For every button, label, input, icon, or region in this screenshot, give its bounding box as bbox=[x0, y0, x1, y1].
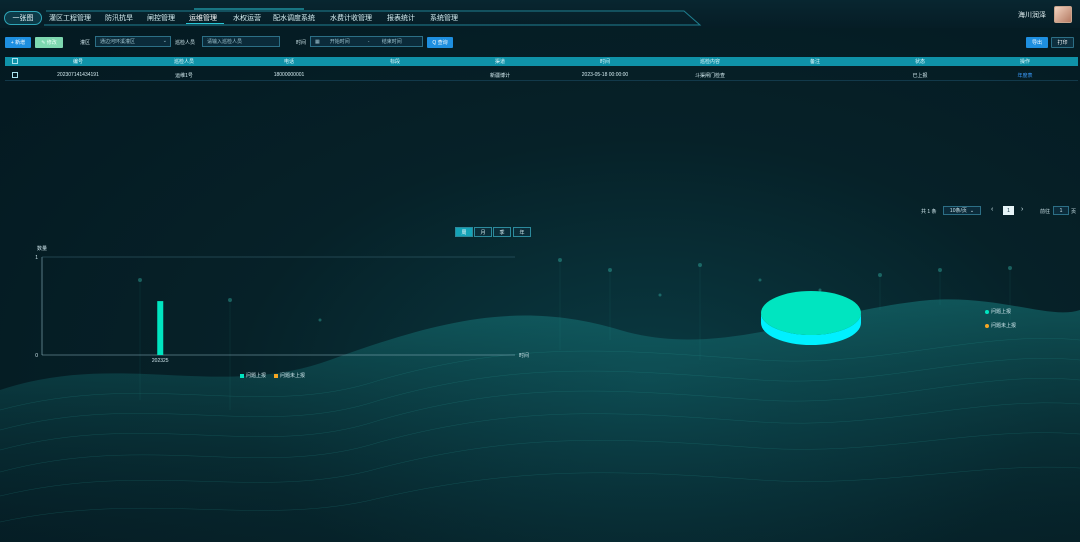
export-button[interactable]: 导出 bbox=[1026, 37, 1048, 48]
cell-status: 已上报 bbox=[912, 73, 928, 79]
nav-item-water-dispatch[interactable]: 配水调度系统 bbox=[273, 13, 315, 23]
date-range-input[interactable]: ▦ 开始时间 - 结束时间 bbox=[310, 36, 423, 47]
column-header-inspector: 巡检人员 bbox=[173, 59, 195, 65]
calendar-icon: ▦ bbox=[315, 38, 320, 45]
legend-swatch-pie-reported bbox=[985, 309, 989, 314]
next-page-button[interactable]: › bbox=[1021, 206, 1023, 213]
legend-item-pie-unreported[interactable]: 问题未上报 bbox=[985, 322, 1016, 329]
nav-item-system[interactable]: 系统管理 bbox=[430, 13, 458, 23]
column-header-phone: 电话 bbox=[283, 59, 295, 65]
legend-label-reported: 问题上报 bbox=[246, 373, 267, 379]
period-tab-month[interactable]: 月 bbox=[474, 227, 492, 237]
x-axis-title: 时间 bbox=[519, 352, 529, 359]
cell-id: 202307141434191 bbox=[57, 72, 99, 78]
legend-swatch-reported bbox=[240, 373, 244, 378]
bar-0[interactable] bbox=[157, 301, 164, 355]
cell-channel: 新疆博计 bbox=[489, 73, 511, 79]
time-label: 时间 bbox=[296, 40, 307, 46]
pie-chart bbox=[761, 291, 861, 345]
column-header-action: 操作 bbox=[1019, 59, 1031, 65]
nav-item-water-fee[interactable]: 水费计收管理 bbox=[330, 13, 372, 23]
row-divider bbox=[5, 80, 1078, 81]
page-size-select[interactable]: 10条/页 ⌄ bbox=[943, 206, 981, 215]
column-header-channel: 渠道 bbox=[494, 59, 506, 65]
y-tick-label: 1 bbox=[35, 255, 38, 261]
legend-swatch-pie-unreported bbox=[985, 323, 989, 328]
nav-item-irrigation-engineering[interactable]: 灌区工程管理 bbox=[49, 13, 91, 23]
nav-item-reports[interactable]: 报表统计 bbox=[387, 13, 415, 23]
pagination-total: 共 1 条 bbox=[921, 209, 937, 215]
home-button[interactable]: 一张图 bbox=[4, 11, 42, 25]
current-page-button[interactable]: 1 bbox=[1003, 206, 1014, 215]
add-button[interactable]: + 新增 bbox=[5, 37, 31, 48]
print-button[interactable]: 打印 bbox=[1051, 37, 1074, 48]
legend-label-pie-reported: 问题上报 bbox=[991, 309, 1012, 315]
nav-frame-decoration bbox=[44, 8, 702, 26]
goto-page-input[interactable]: 1 bbox=[1053, 206, 1069, 215]
legend-item-pie-reported[interactable]: 问题上报 bbox=[985, 308, 1011, 315]
inspector-input-placeholder: 请输入巡检人员 bbox=[207, 39, 243, 45]
chevron-down-icon: ⌄ bbox=[162, 38, 167, 44]
inspector-label: 巡检人员 bbox=[175, 40, 196, 46]
goto-page-suffix: 页 bbox=[1071, 209, 1077, 215]
legend-label-unreported: 问题未上报 bbox=[280, 373, 306, 379]
district-label: 灌区 bbox=[80, 40, 91, 46]
district-select-value: 通边河环溪灌区 bbox=[100, 39, 136, 45]
cell-content: 斗渠闸门检查 bbox=[694, 73, 726, 79]
pie-slice-0[interactable] bbox=[761, 291, 861, 335]
x-tick-label: 202325 bbox=[152, 358, 169, 364]
nav-item-gate-control[interactable]: 闸控管理 bbox=[147, 13, 175, 23]
page-size-value: 10条/页 bbox=[949, 208, 967, 214]
avatar[interactable] bbox=[1054, 6, 1072, 23]
nav-item-water-rights[interactable]: 水权运营 bbox=[233, 13, 261, 23]
column-header-id: 编号 bbox=[72, 59, 84, 65]
column-header-section: 标段 bbox=[389, 59, 401, 65]
nav-item-flood-drought[interactable]: 防汛抗旱 bbox=[105, 13, 133, 23]
cell-time: 2023-05-18 00:00:00 bbox=[581, 72, 629, 78]
legend-item-reported[interactable]: 问题上报 bbox=[240, 372, 266, 379]
select-all-checkbox[interactable] bbox=[12, 58, 18, 64]
period-tab-quarter[interactable]: 季 bbox=[493, 227, 511, 237]
legend-swatch-unreported bbox=[274, 373, 278, 378]
period-tab-year[interactable]: 年 bbox=[513, 227, 531, 237]
goto-label: 前往 bbox=[1040, 209, 1051, 215]
inspector-input[interactable]: 请输入巡检人员 bbox=[202, 36, 280, 47]
prev-page-button[interactable]: ‹ bbox=[991, 206, 993, 213]
column-header-status: 状态 bbox=[914, 59, 926, 65]
row-checkbox[interactable] bbox=[12, 72, 18, 78]
chevron-down-icon: ⌄ bbox=[969, 207, 975, 214]
search-button[interactable]: Q 查询 bbox=[427, 37, 453, 48]
bar-chart: 0 1 202325 时间 bbox=[35, 255, 529, 364]
district-select[interactable]: 通边河环溪灌区 ⌄ bbox=[95, 36, 171, 47]
legend-item-unreported[interactable]: 问题未上报 bbox=[274, 372, 305, 379]
period-tab-week[interactable]: 周 bbox=[455, 227, 473, 237]
cell-phone: 18000000001 bbox=[273, 72, 305, 78]
date-range-separator: - bbox=[367, 38, 370, 45]
cell-inspector: 运维1号 bbox=[175, 73, 193, 79]
start-date-placeholder: 开始时间 bbox=[329, 39, 350, 45]
nav-active-indicator bbox=[186, 23, 224, 24]
legend-label-pie-unreported: 问题未上报 bbox=[991, 323, 1017, 329]
edit-button[interactable]: ✎ 修改 bbox=[35, 37, 63, 48]
y-tick-label: 0 bbox=[35, 353, 38, 359]
row-action-link[interactable]: 年度表 bbox=[1017, 72, 1032, 79]
end-date-placeholder: 结束时间 bbox=[381, 39, 402, 45]
column-header-content: 巡检内容 bbox=[699, 59, 721, 65]
column-header-remark: 备注 bbox=[809, 59, 821, 65]
nav-item-maintenance[interactable]: 运维管理 bbox=[189, 13, 217, 23]
user-name[interactable]: 海川润泽 bbox=[1018, 10, 1046, 20]
column-header-time: 时间 bbox=[599, 59, 611, 65]
